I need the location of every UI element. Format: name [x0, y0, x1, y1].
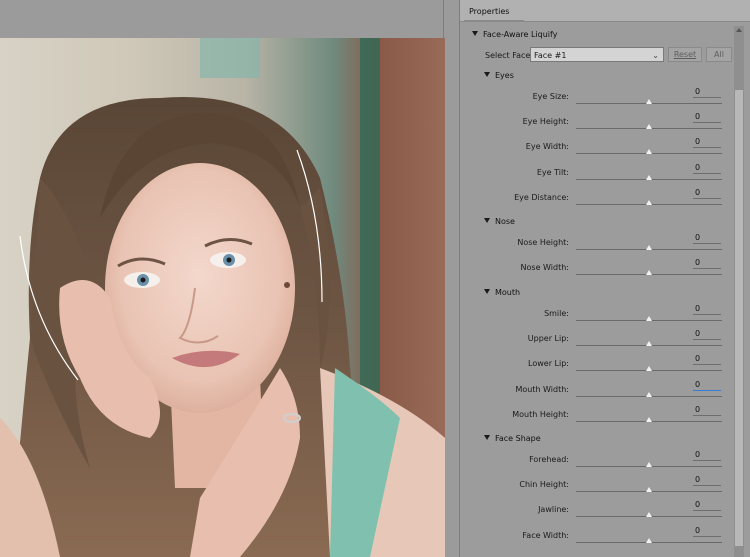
eye-width-slider-thumb[interactable] — [646, 149, 652, 155]
nose-height-slider-thumb[interactable] — [646, 245, 652, 250]
section-title-label: Face-Aware Liquify — [483, 30, 558, 39]
slider-row-chin-height: Chin Height: 0 — [460, 475, 740, 500]
properties-panel: Properties Face-Aware Liquify Select Fac… — [459, 0, 750, 557]
slider-row-forehead: Forehead: 0 — [460, 450, 740, 475]
eye-size-slider-thumb[interactable] — [646, 99, 652, 104]
slider-row-eye-tilt: Eye Tilt: 0 — [460, 163, 740, 188]
triangle-down-icon[interactable] — [484, 218, 490, 223]
panel-scrollbar[interactable] — [734, 26, 744, 557]
eye-width-label: Eye Width: — [525, 142, 569, 152]
face-width-label: Face Width: — [522, 530, 569, 540]
select-face-value: Face #1 — [534, 51, 567, 60]
upper-lip-value-field[interactable]: 0 — [693, 329, 721, 341]
eye-size-label: Eye Size: — [532, 92, 569, 101]
slider-row-face-width: Face Width: 0 — [460, 526, 740, 551]
all-button[interactable]: All — [706, 47, 732, 62]
eye-size-value-field[interactable]: 0 — [693, 87, 721, 98]
slider-row-mouth-width: Mouth Width: 0 — [460, 380, 740, 405]
mouth-height-label: Mouth Height: — [512, 409, 569, 419]
group-title-label: Eyes — [495, 71, 514, 80]
mouth-height-slider-thumb[interactable] — [646, 416, 652, 422]
select-face-dropdown[interactable]: Face #1 ⌄ — [530, 47, 664, 62]
group-title-label: Nose — [495, 217, 515, 226]
mouth-width-label: Mouth Width: — [515, 384, 569, 394]
nose-width-slider-thumb[interactable] — [646, 270, 652, 276]
select-face-label: Select Face: — [485, 51, 534, 60]
forehead-value-field[interactable]: 0 — [693, 450, 721, 461]
eye-tilt-label: Eye Tilt: — [536, 167, 569, 177]
triangle-down-icon[interactable] — [484, 72, 490, 77]
upper-lip-label: Upper Lip: — [527, 334, 569, 344]
canvas-edge — [443, 0, 444, 38]
scroll-thumb[interactable] — [735, 90, 743, 546]
eye-height-value-field[interactable]: 0 — [693, 112, 721, 124]
eye-height-slider-thumb[interactable] — [646, 124, 652, 130]
forehead-label: Forehead: — [529, 455, 569, 464]
triangle-down-icon[interactable] — [484, 289, 490, 294]
smile-slider-thumb[interactable] — [646, 316, 652, 321]
slider-row-smile: Smile: 0 — [460, 304, 740, 329]
face-width-slider-thumb[interactable] — [646, 537, 652, 543]
slider-row-lower-lip: Lower Lip: 0 — [460, 354, 740, 379]
jawline-value-field[interactable]: 0 — [693, 500, 721, 512]
slider-row-jawline: Jawline: 0 — [460, 500, 740, 525]
group-title-label: Face Shape — [495, 434, 541, 443]
reset-button[interactable]: Reset — [668, 47, 702, 62]
eye-width-value-field[interactable]: 0 — [693, 137, 721, 149]
smile-label: Smile: — [544, 309, 569, 318]
tab-underline — [464, 20, 524, 22]
mouth-height-value-field[interactable]: 0 — [693, 405, 721, 416]
eye-distance-label: Eye Distance: — [514, 192, 569, 202]
chin-height-value-field[interactable]: 0 — [693, 475, 721, 487]
eye-height-label: Eye Height: — [522, 117, 569, 127]
slider-row-eye-width: Eye Width: 0 — [460, 137, 740, 162]
nose-width-value-field[interactable]: 0 — [693, 258, 721, 270]
group-face-shape[interactable]: Face Shape — [484, 434, 541, 443]
jawline-label: Jawline: — [538, 505, 569, 515]
triangle-down-icon[interactable] — [472, 31, 478, 36]
face-width-value-field[interactable]: 0 — [693, 526, 721, 537]
slider-row-nose-height: Nose Height: 0 — [460, 233, 740, 258]
scroll-up-icon[interactable] — [736, 28, 742, 32]
group-nose[interactable]: Nose — [484, 217, 515, 226]
jawline-slider-thumb[interactable] — [646, 512, 652, 518]
slider-row-upper-lip: Upper Lip: 0 — [460, 329, 740, 354]
panel-header: Properties — [460, 0, 750, 22]
nose-height-label: Nose Height: — [517, 238, 569, 247]
group-title-label: Mouth — [495, 288, 521, 297]
upper-lip-slider-thumb[interactable] — [646, 341, 652, 347]
smile-value-field[interactable]: 0 — [693, 304, 721, 315]
eye-tilt-slider-thumb[interactable] — [646, 174, 652, 180]
eye-tilt-value-field[interactable]: 0 — [693, 163, 721, 174]
panel-title[interactable]: Properties — [469, 7, 509, 16]
nose-height-value-field[interactable]: 0 — [693, 233, 721, 244]
lower-lip-slider-thumb[interactable] — [646, 366, 652, 372]
lower-lip-value-field[interactable]: 0 — [693, 354, 721, 366]
eye-distance-slider-thumb[interactable] — [646, 199, 652, 205]
document-canvas[interactable] — [0, 0, 459, 557]
portrait-photo[interactable] — [0, 38, 445, 557]
section-face-aware-liquify[interactable]: Face-Aware Liquify — [472, 30, 557, 39]
slider-row-eye-height: Eye Height: 0 — [460, 112, 740, 137]
mouth-width-slider-thumb[interactable] — [646, 391, 652, 397]
forehead-slider-thumb[interactable] — [646, 462, 652, 467]
triangle-down-icon[interactable] — [484, 435, 490, 440]
chin-height-label: Chin Height: — [519, 480, 569, 490]
chevron-down-icon: ⌄ — [652, 51, 659, 60]
slider-row-nose-width: Nose Width: 0 — [460, 258, 740, 283]
lower-lip-label: Lower Lip: — [528, 359, 569, 369]
slider-row-eye-size: Eye Size: 0 — [460, 87, 740, 112]
mouth-width-value-field[interactable]: 0 — [693, 380, 721, 391]
group-mouth[interactable]: Mouth — [484, 288, 520, 297]
eye-distance-value-field[interactable]: 0 — [693, 188, 721, 199]
chin-height-slider-thumb[interactable] — [646, 487, 652, 493]
group-eyes[interactable]: Eyes — [484, 71, 514, 80]
slider-row-mouth-height: Mouth Height: 0 — [460, 405, 740, 430]
slider-row-eye-distance: Eye Distance: 0 — [460, 188, 740, 213]
nose-width-label: Nose Width: — [520, 263, 569, 273]
